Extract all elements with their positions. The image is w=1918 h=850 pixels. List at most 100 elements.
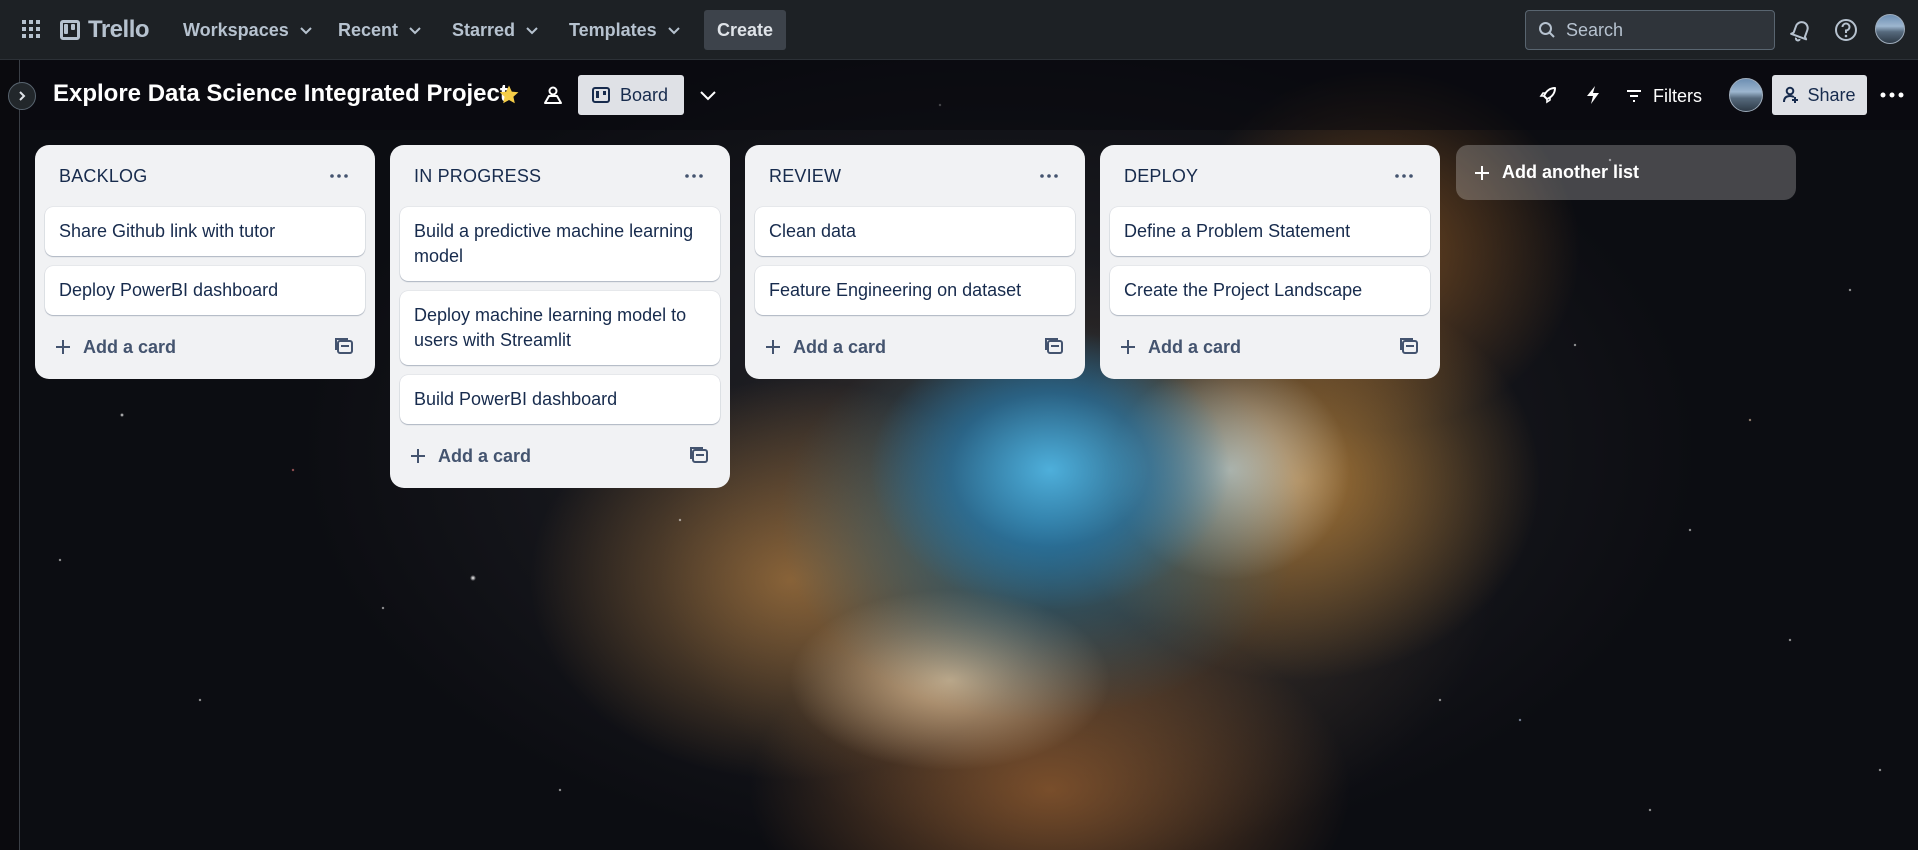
expand-sidebar-button[interactable] <box>8 82 36 110</box>
add-card-button[interactable]: Add a card <box>765 337 886 358</box>
rocket-icon <box>1539 87 1556 104</box>
search-input[interactable] <box>1566 19 1756 41</box>
card[interactable]: Build PowerBI dashboard <box>400 375 720 424</box>
sidebar-collapsed <box>0 60 20 850</box>
card[interactable]: Share Github link with tutor <box>45 207 365 256</box>
chevron-down-icon <box>700 91 716 101</box>
board-menu-button[interactable] <box>1877 82 1907 108</box>
more-horizontal-icon <box>1395 174 1413 178</box>
list-review: REVIEW Clean data Feature Engineering on… <box>745 145 1085 379</box>
list-footer: Add a card <box>755 325 1075 369</box>
card[interactable]: Create the Project Landscape <box>1110 266 1430 315</box>
search-box[interactable] <box>1525 10 1775 50</box>
board-view-button[interactable]: Board <box>578 75 684 115</box>
plus-icon <box>1475 165 1489 180</box>
chevron-down-icon <box>667 27 680 35</box>
card[interactable]: Deploy PowerBI dashboard <box>45 266 365 315</box>
more-horizontal-icon <box>1880 92 1904 98</box>
list-title[interactable]: REVIEW <box>769 166 841 187</box>
nav-workspaces[interactable]: Workspaces <box>183 12 313 48</box>
filters-button[interactable]: Filters <box>1625 80 1702 112</box>
nav-templates-label: Templates <box>569 19 657 40</box>
view-switcher-button[interactable] <box>695 82 721 108</box>
list-header: DEPLOY <box>1110 145 1430 207</box>
visibility-button[interactable] <box>540 82 566 108</box>
plus-icon <box>411 449 425 463</box>
star-board-button[interactable] <box>496 82 522 108</box>
search-icon <box>1539 22 1555 38</box>
share-person-icon <box>1783 86 1799 103</box>
help-icon[interactable] <box>1832 16 1860 44</box>
list-actions-button[interactable] <box>1037 164 1061 188</box>
board-title[interactable]: Explore Data Science Integrated Project <box>53 80 508 108</box>
share-button[interactable]: Share <box>1772 75 1867 115</box>
list-in-progress: IN PROGRESS Build a predictive machine l… <box>390 145 730 488</box>
list-title[interactable]: BACKLOG <box>59 166 147 187</box>
chevron-down-icon <box>409 27 421 35</box>
add-card-button[interactable]: Add a card <box>410 446 531 467</box>
nav-recent[interactable]: Recent <box>338 12 422 48</box>
more-horizontal-icon <box>685 174 703 178</box>
nav-recent-label: Recent <box>338 19 399 40</box>
nav-templates[interactable]: Templates <box>569 12 681 48</box>
list-deploy: DEPLOY Define a Problem Statement Create… <box>1100 145 1440 379</box>
filters-label: Filters <box>1653 85 1702 106</box>
trello-logo[interactable]: Trello <box>60 16 150 44</box>
add-another-list-button[interactable]: Add another list <box>1456 145 1796 200</box>
list-actions-button[interactable] <box>327 164 351 188</box>
plus-icon <box>766 340 780 354</box>
list-actions-button[interactable] <box>1392 164 1416 188</box>
nav-workspaces-label: Workspaces <box>183 19 289 40</box>
list-actions-button[interactable] <box>682 164 706 188</box>
create-from-template-icon[interactable] <box>1398 336 1420 358</box>
workspace-visibility-icon <box>544 86 562 104</box>
chevron-right-icon <box>19 91 26 101</box>
create-from-template-icon[interactable] <box>688 445 710 467</box>
nav-starred-label: Starred <box>452 19 516 40</box>
more-horizontal-icon <box>1040 174 1058 178</box>
create-from-template-icon[interactable] <box>333 336 355 358</box>
notifications-bell-icon[interactable] <box>1787 16 1815 44</box>
power-ups-button[interactable] <box>1535 82 1561 108</box>
plus-icon <box>56 340 70 354</box>
add-card-label: Add a card <box>438 445 532 466</box>
top-navigation-bar: Trello Workspaces Recent Starred Templat… <box>0 0 1918 60</box>
apps-grid-icon[interactable] <box>20 18 42 40</box>
add-card-button[interactable]: Add a card <box>1120 337 1241 358</box>
create-from-template-icon[interactable] <box>1043 336 1065 358</box>
more-horizontal-icon <box>330 174 348 178</box>
list-footer: Add a card <box>45 325 365 369</box>
add-card-label: Add a card <box>793 336 887 357</box>
trello-logo-icon <box>60 20 80 40</box>
list-header: REVIEW <box>755 145 1075 207</box>
lightning-icon <box>1587 86 1599 104</box>
board-icon <box>592 87 610 103</box>
share-label: Share <box>1807 84 1856 105</box>
filter-icon <box>1627 90 1641 102</box>
create-button[interactable]: Create <box>704 10 786 50</box>
nav-starred[interactable]: Starred <box>452 12 539 48</box>
add-list-label: Add another list <box>1502 162 1640 182</box>
plus-icon <box>1121 340 1135 354</box>
add-card-label: Add a card <box>1148 336 1242 357</box>
card[interactable]: Build a predictive machine learning mode… <box>400 207 720 281</box>
add-card-label: Add a card <box>83 336 177 357</box>
list-header: IN PROGRESS <box>400 145 720 207</box>
list-title[interactable]: DEPLOY <box>1124 166 1198 187</box>
add-card-button[interactable]: Add a card <box>55 337 176 358</box>
card[interactable]: Deploy machine learning model to users w… <box>400 291 720 365</box>
chevron-down-icon <box>526 27 538 35</box>
account-avatar[interactable] <box>1875 14 1905 44</box>
list-backlog: BACKLOG Share Github link with tutor Dep… <box>35 145 375 379</box>
logo-text: Trello <box>88 16 150 43</box>
list-header: BACKLOG <box>45 145 365 207</box>
card[interactable]: Define a Problem Statement <box>1110 207 1430 256</box>
list-footer: Add a card <box>400 434 720 478</box>
card[interactable]: Feature Engineering on dataset <box>755 266 1075 315</box>
board-view-label: Board <box>620 84 669 105</box>
list-footer: Add a card <box>1110 325 1430 369</box>
board-member-avatar[interactable] <box>1729 78 1763 112</box>
list-title[interactable]: IN PROGRESS <box>414 166 541 187</box>
automation-button[interactable] <box>1580 82 1606 108</box>
card[interactable]: Clean data <box>755 207 1075 256</box>
